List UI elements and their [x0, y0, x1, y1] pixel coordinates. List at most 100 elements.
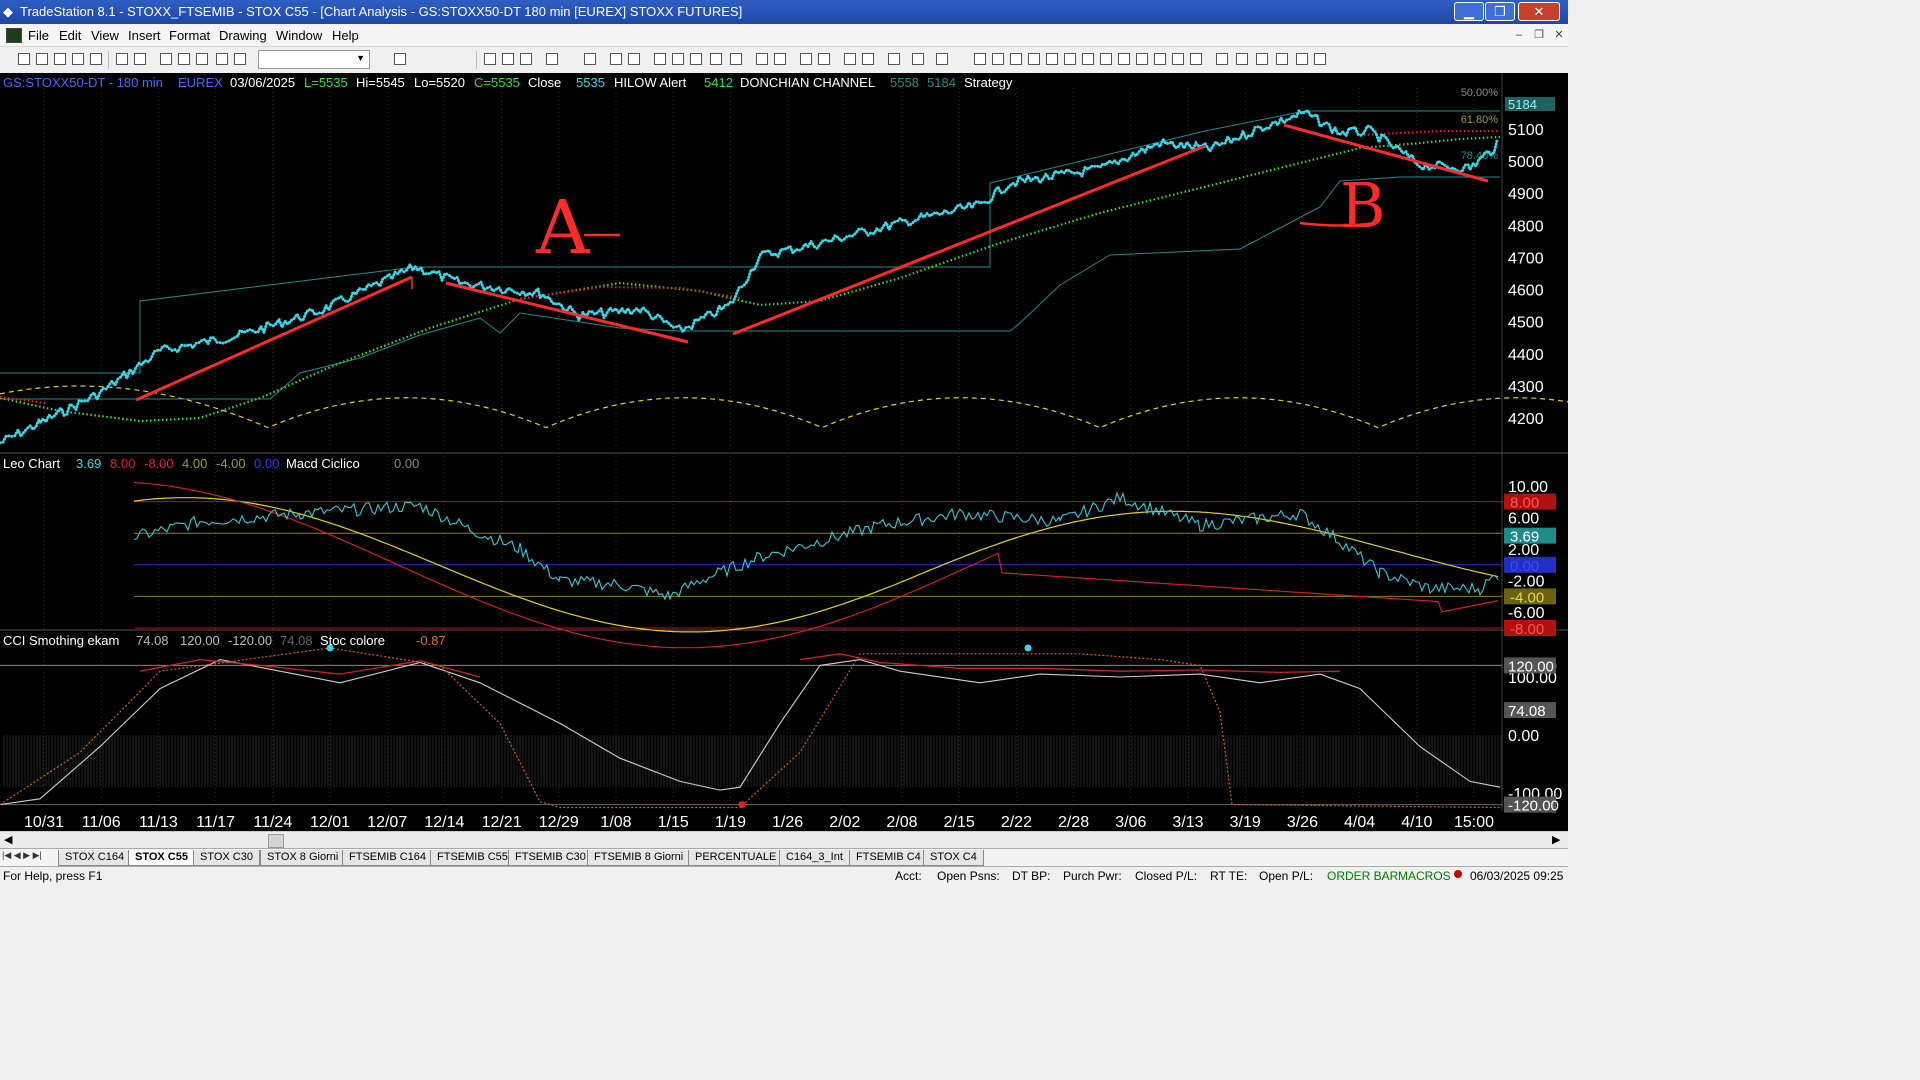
tab-percentuale[interactable]: PERCENTUALE — [688, 850, 784, 866]
tab-stox-8-giorni[interactable]: STOX 8 Giorni — [260, 850, 346, 866]
chart-analysis-window[interactable]: 10/31 11/06 11/13 11/17 11/24 12/01 12/07 12/14… — [0, 73, 1568, 831]
tab-ftsemib-c164[interactable]: FTSEMIB C164 — [342, 850, 434, 866]
restore-button[interactable]: ❐ — [1485, 2, 1515, 21]
tab-ftsemib-c4[interactable]: FTSEMIB C4 — [849, 850, 928, 866]
mdi-restore-button[interactable]: ❐ — [1530, 27, 1548, 43]
ray-icon[interactable] — [1136, 53, 1148, 65]
save-workspace-icon[interactable] — [116, 53, 128, 65]
parallel-lines-icon[interactable] — [1154, 53, 1166, 65]
gann-icon[interactable] — [1064, 53, 1076, 65]
date-axis-label: 2/22 — [1001, 814, 1032, 831]
menu-format[interactable]: Format — [169, 28, 210, 43]
mdi-minimize-button[interactable]: – — [1510, 27, 1528, 43]
copy-icon[interactable] — [178, 53, 190, 65]
tab-stox-c55[interactable]: STOX C55 — [128, 850, 195, 866]
line-chart-icon[interactable] — [690, 53, 702, 65]
cut-icon[interactable] — [160, 53, 172, 65]
optionstation-icon[interactable] — [584, 53, 596, 65]
tab-ftsemib-c55[interactable]: FTSEMIB C55 — [430, 850, 515, 866]
save-icon[interactable] — [54, 53, 66, 65]
search-icon[interactable] — [394, 53, 406, 65]
menu-edit[interactable]: Edit — [59, 28, 81, 43]
bar-chart-icon[interactable] — [654, 53, 666, 65]
tab-stox-c4[interactable]: STOX C4 — [923, 850, 984, 866]
chart-window-icon[interactable] — [6, 28, 22, 43]
annotation-b[interactable]: B — [1340, 169, 1386, 242]
tab-c164-3-int[interactable]: C164_3_Int — [779, 850, 850, 866]
tab-stox-c164[interactable]: STOX C164 — [58, 850, 132, 866]
fibonacci-icon[interactable] — [1046, 53, 1058, 65]
channel-icon[interactable] — [1028, 53, 1040, 65]
menu-drawing[interactable]: Drawing — [219, 28, 267, 43]
data-window-icon[interactable] — [730, 53, 742, 65]
vertical-line-icon[interactable] — [1010, 53, 1022, 65]
chart-icon[interactable] — [484, 53, 496, 65]
menu-insert[interactable]: Insert — [128, 28, 161, 43]
speed-lines-icon[interactable] — [1100, 53, 1112, 65]
arc-icon[interactable] — [1172, 53, 1184, 65]
tab-nav-icon[interactable]: |◀ ◀ ▶ ▶| — [2, 850, 42, 861]
leo-value-tag-text: 3.69 — [1510, 529, 1539, 546]
status-dt-bp: DT BP: — [1012, 869, 1051, 883]
rectangle-icon[interactable] — [1296, 53, 1308, 65]
status-order-bar[interactable]: ORDER BAR — [1327, 869, 1398, 883]
open-icon[interactable] — [36, 53, 48, 65]
new-icon[interactable] — [18, 53, 30, 65]
horizontal-line-icon[interactable] — [992, 53, 1004, 65]
open-workspace-icon[interactable] — [90, 53, 102, 65]
matrix-icon[interactable] — [520, 53, 532, 65]
close-button[interactable]: ✕ — [1518, 2, 1560, 21]
cci-value-tag-text: -120.00 — [1508, 798, 1559, 815]
radarscreen-icon[interactable] — [502, 53, 514, 65]
new-workspace-icon[interactable] — [72, 53, 84, 65]
chevron-down-icon: ▼ — [356, 53, 365, 63]
horizontal-scrollbar[interactable]: ◀ ▶ — [0, 831, 1568, 849]
scroll-icon[interactable] — [774, 53, 786, 65]
text-icon[interactable] — [1314, 53, 1326, 65]
arrow-up-icon[interactable] — [1256, 53, 1268, 65]
lock-drawing-icon[interactable] — [936, 53, 948, 65]
indicator-icon[interactable] — [610, 53, 622, 65]
candlestick-icon[interactable] — [672, 53, 684, 65]
format-icon[interactable] — [216, 53, 228, 65]
status-macros[interactable]: MACROS — [1398, 869, 1451, 883]
minimize-button[interactable]: ▁ — [1454, 2, 1484, 21]
strategy-icon[interactable] — [628, 53, 640, 65]
pointer-icon[interactable] — [844, 53, 856, 65]
price-chart-svg[interactable]: 10/31 11/06 11/13 11/17 11/24 12/01 12/07 12/14… — [0, 73, 1568, 831]
arrow-down-icon[interactable] — [1236, 53, 1248, 65]
leo-value-tag-text: 0.00 — [1510, 558, 1539, 575]
tab-ftsemib-8-giorni[interactable]: FTSEMIB 8 Giorni — [587, 850, 691, 866]
print-icon[interactable] — [134, 53, 146, 65]
scroll-left-icon[interactable]: ◀ — [4, 833, 12, 846]
curve-icon[interactable] — [1216, 53, 1228, 65]
date-axis-label: 4/04 — [1344, 814, 1375, 831]
pan-icon[interactable] — [756, 53, 768, 65]
scanner-icon[interactable] — [546, 53, 558, 65]
pen-icon[interactable] — [1190, 53, 1202, 65]
andrews-pitchfork-icon[interactable] — [1082, 53, 1094, 65]
menu-view[interactable]: View — [91, 28, 119, 43]
tab-ftsemib-c30[interactable]: FTSEMIB C30 — [508, 850, 593, 866]
trendline-icon[interactable] — [974, 53, 986, 65]
lock-icon[interactable] — [196, 53, 208, 65]
crosshair-icon[interactable] — [862, 53, 874, 65]
tools-icon[interactable] — [888, 53, 900, 65]
scale-icon[interactable] — [710, 53, 722, 65]
menu-file[interactable]: File — [28, 28, 49, 43]
leo-value-tag-text: -8.00 — [1510, 621, 1544, 638]
tab-stox-c30[interactable]: STOX C30 — [193, 850, 260, 866]
menu-help[interactable]: Help — [332, 28, 359, 43]
snap-icon[interactable] — [912, 53, 924, 65]
ellipse-icon[interactable] — [1276, 53, 1288, 65]
scroll-thumb[interactable] — [268, 834, 284, 848]
menu-window[interactable]: Window — [276, 28, 322, 43]
symbol-combo[interactable]: ▼ — [258, 50, 370, 69]
mdi-close-button[interactable]: ✕ — [1550, 27, 1568, 43]
scroll-right-icon[interactable]: ▶ — [1552, 833, 1560, 846]
regression-icon[interactable] — [1118, 53, 1130, 65]
zoom-in-icon[interactable] — [800, 53, 812, 65]
annotation-a[interactable]: A — [536, 185, 589, 271]
zoom-out-icon[interactable] — [818, 53, 830, 65]
color-icon[interactable] — [234, 53, 246, 65]
